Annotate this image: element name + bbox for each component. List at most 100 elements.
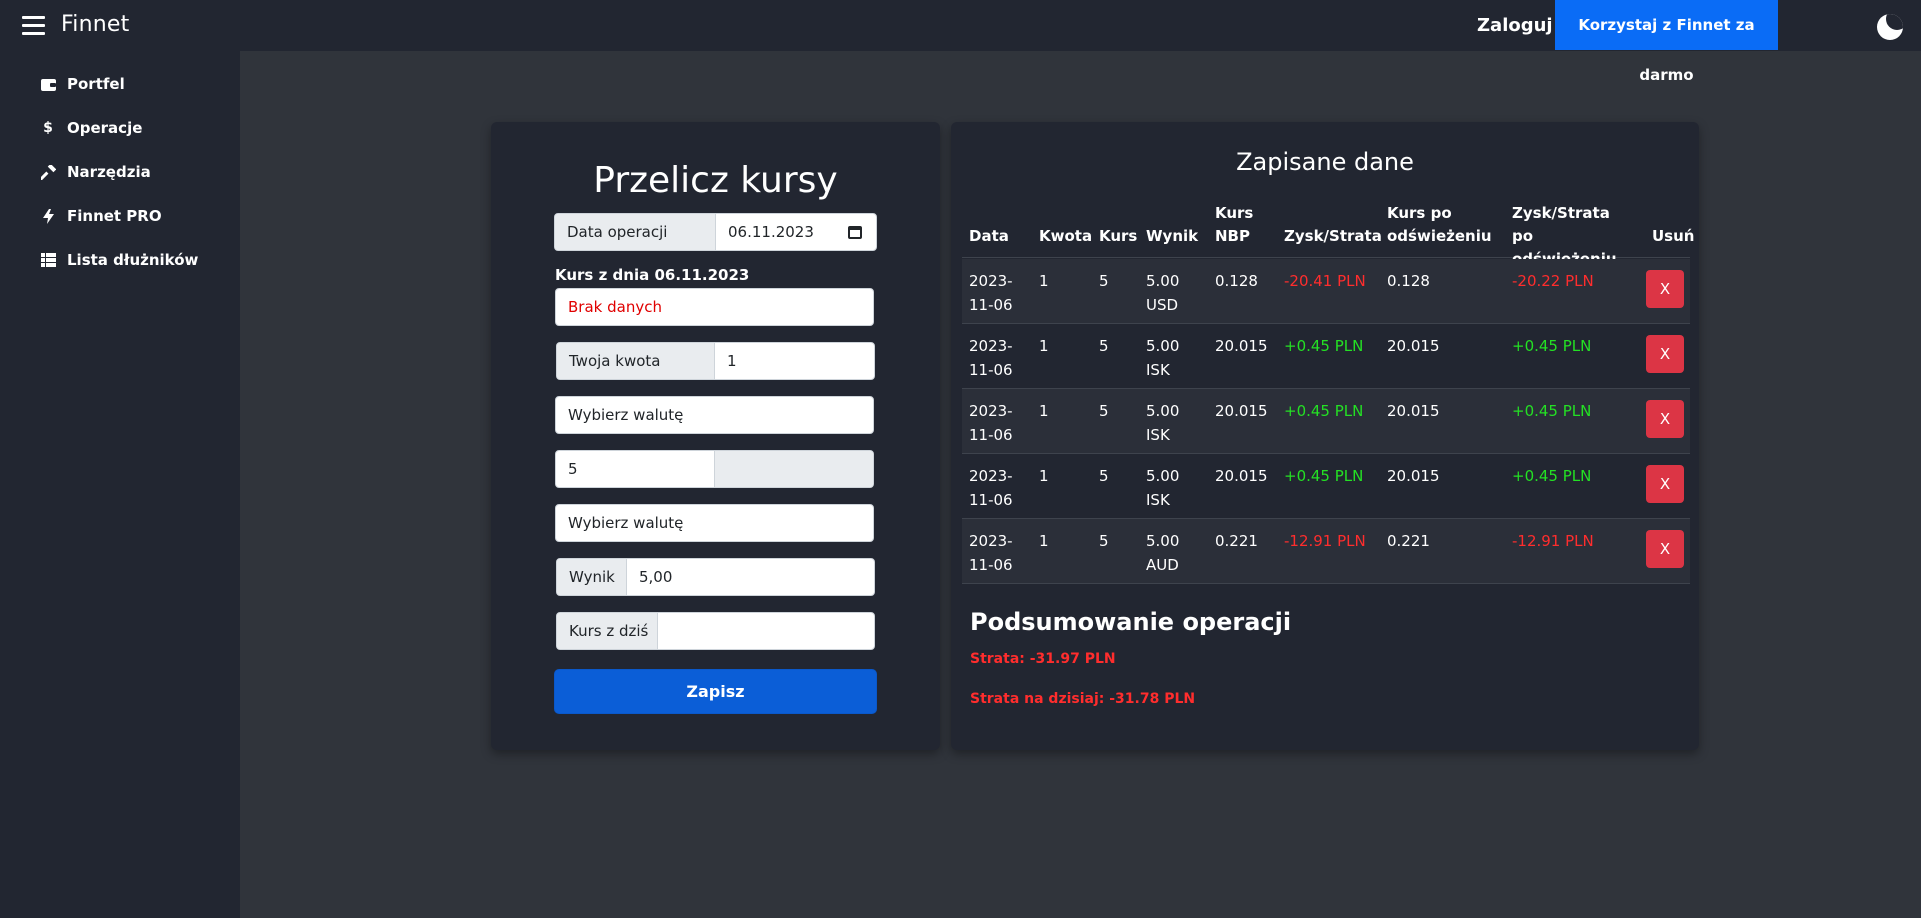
- today-rate-label: Kurs z dziś: [557, 613, 658, 649]
- cell-pl-refresh: +0.45 PLN: [1512, 402, 1592, 420]
- cell-date: 2023-11-06: [969, 337, 1013, 379]
- col-usun: Usuń: [1652, 227, 1695, 245]
- brand-logo[interactable]: Finnet: [61, 12, 129, 37]
- delete-button[interactable]: X: [1646, 335, 1684, 373]
- converter-panel: Przelicz kursy Data operacji 06.11.2023 …: [491, 122, 940, 750]
- cell-result: 5.00 USD: [1146, 272, 1180, 314]
- summary-loss: Strata: -31.97 PLN: [970, 651, 1116, 667]
- hammer-icon: [40, 164, 56, 180]
- sidebar-item-label: Operacje: [67, 119, 143, 137]
- dollar-icon: $: [43, 120, 53, 136]
- today-rate-field[interactable]: Kurs z dziś: [556, 612, 875, 650]
- amount-input[interactable]: 1: [715, 343, 737, 379]
- currency-to-select[interactable]: Wybierz walutę: [555, 504, 874, 542]
- col-kurs-nbp: Kurs NBP: [1215, 204, 1254, 245]
- rate-status: Brak danych: [568, 298, 662, 316]
- list-icon: [40, 252, 56, 268]
- sidebar-item-narzedzia[interactable]: Narzędzia: [40, 161, 151, 183]
- amount-field[interactable]: Twoja kwota 1: [556, 342, 875, 380]
- cell-rate-refresh: 0.128: [1387, 272, 1430, 290]
- col-kurs-po-odswiezeniu: Kurs po odświeżeniu: [1387, 204, 1492, 245]
- cell-result: 5.00 ISK: [1146, 337, 1180, 379]
- cell-date: 2023-11-06: [969, 272, 1013, 314]
- rate-status-field: Brak danych: [555, 288, 874, 326]
- cell-nbp: 0.221: [1215, 532, 1258, 550]
- wallet-icon: [40, 76, 56, 92]
- login-link[interactable]: Zaloguj: [1477, 15, 1553, 36]
- delete-button[interactable]: X: [1646, 400, 1684, 438]
- cell-amount: 1: [1039, 532, 1049, 550]
- col-kurs: Kurs: [1099, 227, 1138, 245]
- cell-date: 2023-11-06: [969, 467, 1013, 509]
- cell-amount: 1: [1039, 467, 1049, 485]
- hamburger-icon[interactable]: [22, 16, 45, 35]
- cell-pl: -12.91 PLN: [1284, 532, 1366, 550]
- cell-result: 5.00 ISK: [1146, 402, 1180, 444]
- table-row: 2023-11-06 1 5 5.00 ISK 20.015 +0.45 PLN…: [962, 324, 1690, 389]
- cell-pl-refresh: +0.45 PLN: [1512, 467, 1592, 485]
- cell-rate: 5: [1099, 467, 1109, 485]
- delete-button[interactable]: X: [1646, 465, 1684, 503]
- col-data: Data: [969, 227, 1009, 245]
- cell-rate-refresh: 20.015: [1387, 337, 1440, 355]
- cell-nbp: 20.015: [1215, 402, 1268, 420]
- date-input[interactable]: 06.11.2023: [716, 214, 814, 250]
- delete-button[interactable]: X: [1646, 270, 1684, 308]
- sidebar-item-label: Finnet PRO: [67, 207, 162, 225]
- signup-button[interactable]: Korzystaj z Finnet za darmo: [1555, 0, 1778, 84]
- cell-date: 2023-11-06: [969, 402, 1013, 444]
- currency-from-value: Wybierz walutę: [568, 406, 684, 424]
- delete-button[interactable]: X: [1646, 530, 1684, 568]
- cell-pl-refresh: -20.22 PLN: [1512, 272, 1594, 290]
- cell-nbp: 0.128: [1215, 272, 1258, 290]
- cell-result: 5.00 AUD: [1146, 532, 1180, 574]
- cell-nbp: 20.015: [1215, 467, 1268, 485]
- today-rate-input[interactable]: [658, 613, 670, 649]
- cell-rate: 5: [1099, 402, 1109, 420]
- cell-pl: -20.41 PLN: [1284, 272, 1366, 290]
- rate-date-label: Kurs z dnia 06.11.2023: [555, 266, 750, 284]
- col-kwota: Kwota: [1039, 227, 1093, 245]
- saved-data-panel: Zapisane dane Data Kwota Kurs Wynik Kurs…: [951, 122, 1699, 750]
- rate-addon: [714, 451, 873, 487]
- sidebar-item-lista-dluznikow[interactable]: Lista dłużników: [40, 249, 198, 271]
- col-zysk-strata: Zysk/Strata: [1284, 227, 1382, 245]
- top-navbar: Finnet Zaloguj Korzystaj z Finnet za dar…: [0, 0, 1921, 84]
- cell-rate: 5: [1099, 272, 1109, 290]
- table-row: 2023-11-06 1 5 5.00 USD 0.128 -20.41 PLN…: [962, 259, 1690, 324]
- cell-pl: +0.45 PLN: [1284, 467, 1364, 485]
- result-label: Wynik: [557, 559, 627, 595]
- sidebar-item-finnet-pro[interactable]: Finnet PRO: [40, 205, 162, 227]
- date-label: Data operacji: [555, 214, 716, 250]
- sidebar-item-operacje[interactable]: $ Operacje: [40, 117, 142, 139]
- cell-amount: 1: [1039, 402, 1049, 420]
- cell-pl-refresh: -12.91 PLN: [1512, 532, 1594, 550]
- cell-rate: 5: [1099, 532, 1109, 550]
- result-field[interactable]: Wynik 5,00: [556, 558, 875, 596]
- calendar-icon[interactable]: [848, 226, 862, 239]
- currency-from-select[interactable]: Wybierz walutę: [555, 396, 874, 434]
- rate-input[interactable]: 5: [556, 451, 578, 487]
- cell-date: 2023-11-06: [969, 532, 1013, 574]
- save-button[interactable]: Zapisz: [554, 669, 877, 714]
- cell-pl: +0.45 PLN: [1284, 402, 1364, 420]
- converter-title: Przelicz kursy: [593, 160, 838, 201]
- table-row: 2023-11-06 1 5 5.00 ISK 20.015 +0.45 PLN…: [962, 389, 1690, 454]
- cell-nbp: 20.015: [1215, 337, 1268, 355]
- sidebar-item-portfel[interactable]: Portfel: [40, 73, 125, 95]
- amount-label: Twoja kwota: [557, 343, 715, 379]
- cell-amount: 1: [1039, 337, 1049, 355]
- cell-rate-refresh: 0.221: [1387, 532, 1430, 550]
- sidebar-item-label: Lista dłużników: [67, 251, 199, 269]
- saved-title: Zapisane dane: [1236, 148, 1414, 176]
- rate-field[interactable]: 5: [555, 450, 874, 488]
- cell-rate: 5: [1099, 337, 1109, 355]
- lightning-icon: [40, 208, 56, 224]
- summary-title: Podsumowanie operacji: [970, 608, 1292, 636]
- table-row: 2023-11-06 1 5 5.00 ISK 20.015 +0.45 PLN…: [962, 454, 1690, 519]
- sidebar-item-label: Narzędzia: [67, 163, 151, 181]
- result-input[interactable]: 5,00: [627, 559, 672, 595]
- cell-rate-refresh: 20.015: [1387, 402, 1440, 420]
- moon-icon[interactable]: [1877, 14, 1903, 40]
- date-field[interactable]: Data operacji 06.11.2023: [554, 213, 877, 251]
